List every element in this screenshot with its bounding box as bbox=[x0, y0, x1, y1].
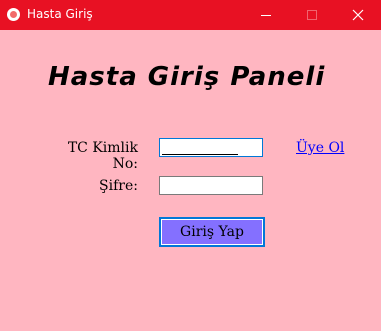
app-icon bbox=[7, 8, 20, 21]
app-window: Hasta Giriş Hasta Giriş Paneli TC Kimlik… bbox=[0, 0, 381, 331]
page-title: Hasta Giriş Paneli bbox=[48, 62, 326, 92]
maximize-button bbox=[289, 0, 335, 30]
close-icon bbox=[352, 9, 364, 21]
tc-kimlik-input[interactable] bbox=[159, 138, 263, 157]
minimize-button[interactable] bbox=[243, 0, 289, 30]
password-input[interactable] bbox=[159, 176, 263, 195]
title-bar[interactable]: Hasta Giriş bbox=[0, 0, 381, 30]
login-button[interactable]: Giriş Yap bbox=[159, 217, 265, 247]
close-button[interactable] bbox=[335, 0, 381, 30]
password-label: Şifre: bbox=[99, 178, 138, 194]
register-link[interactable]: Üye Ol bbox=[296, 140, 344, 156]
window-title: Hasta Giriş bbox=[27, 7, 93, 21]
tc-kimlik-label: TC Kimlik No: bbox=[67, 140, 138, 172]
